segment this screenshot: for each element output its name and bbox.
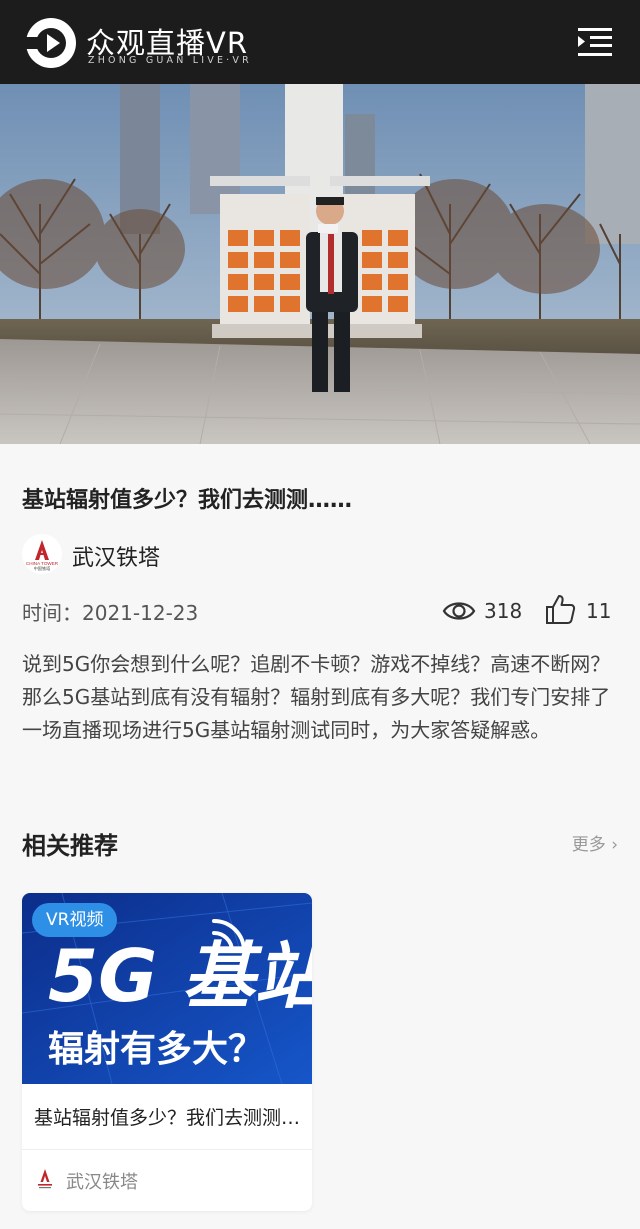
- brand-logo[interactable]: 众观直播VR ZHONG GUAN LIVE·VR: [24, 14, 324, 70]
- more-label: 更多: [571, 835, 606, 855]
- article-description: 说到5G你会想到什么呢？追剧不卡顿？游戏不掉线？高速不断网？那么5G基站到底有没…: [22, 652, 611, 742]
- like-count: 11: [586, 599, 612, 623]
- thumbs-up-icon[interactable]: [544, 593, 576, 625]
- divider: [22, 1149, 312, 1150]
- author-avatar[interactable]: CHINA TOWER 中国铁塔: [22, 534, 62, 574]
- more-link[interactable]: 更多 ›: [572, 830, 618, 855]
- card-author: 武汉铁塔: [66, 1172, 138, 1193]
- section-title-recommend: 相关推荐: [22, 832, 118, 860]
- play-logo-icon: [24, 18, 76, 68]
- logo-text-cn: 中国铁塔: [34, 565, 52, 572]
- article-title: 基站辐射值多少？我们去测测……: [22, 488, 353, 513]
- chevron-right-icon: ›: [605, 835, 618, 855]
- thumb-text-question: 辐射有多大？: [48, 1029, 264, 1070]
- china-tower-logo-icon: [38, 1169, 52, 1189]
- top-bar: 众观直播VR ZHONG GUAN LIVE·VR: [0, 0, 640, 84]
- card-title[interactable]: 基站辐射值多少？我们去测测……: [34, 1103, 304, 1130]
- china-tower-logo-icon: CHINA TOWER 中国铁塔: [26, 540, 59, 572]
- thumb-text-5g: 5G 基站: [48, 934, 312, 1018]
- view-count: 318: [484, 599, 523, 623]
- panorama-image: [0, 84, 640, 444]
- recommend-card[interactable]: 5G 基站 辐射有多大？ VR视频 基站辐射值多少？我们去测测…… 武汉铁塔: [22, 893, 312, 1211]
- brand-tagline: ZHONG GUAN LIVE·VR: [88, 55, 252, 66]
- author-name[interactable]: 武汉铁塔: [72, 540, 160, 572]
- vr-panorama-player[interactable]: [0, 84, 640, 444]
- eye-icon: [442, 602, 476, 620]
- article-stats: 318 11: [442, 592, 620, 630]
- vr-video-badge: VR视频: [32, 903, 118, 937]
- menu-icon[interactable]: [576, 26, 614, 58]
- publish-time: 时间：2021-12-23: [22, 601, 199, 625]
